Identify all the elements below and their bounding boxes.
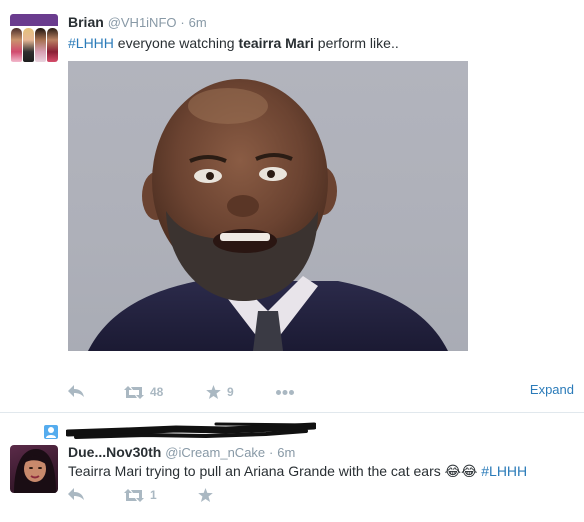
tweet-text: Teairra Mari trying to pull an Ariana Gr… (68, 462, 527, 480)
tweet-text-segment: everyone watching (113, 35, 239, 51)
tweet-actions: 1 (68, 488, 574, 506)
tweet-actions: 48 9 (68, 385, 574, 403)
favorite-button[interactable]: 9 (206, 385, 234, 399)
tweet-photo[interactable] (68, 61, 468, 351)
cast-member-image (47, 28, 58, 62)
retweet-button[interactable]: 1 (124, 488, 157, 502)
reply-button[interactable] (68, 488, 84, 500)
tweet-text: #LHHH everyone watching teairra Mari per… (68, 34, 399, 52)
tweet-divider (0, 412, 584, 413)
display-name[interactable]: Due...Nov30th (68, 444, 161, 460)
tweet-text-segment: perform like.. (313, 35, 399, 51)
hashtag-link[interactable]: #LHHH (68, 35, 114, 51)
star-icon (206, 385, 221, 399)
tweet-header: Brian @VH1iNFO · 6m (68, 14, 207, 30)
separator: · (180, 15, 185, 30)
tweet[interactable]: Brian @VH1iNFO · 6m #LHHH everyone watch… (0, 0, 584, 412)
star-icon (198, 488, 213, 502)
cast-member-image (23, 28, 34, 62)
reply-icon (68, 385, 84, 397)
favorite-button[interactable] (198, 488, 213, 502)
show-logo (10, 14, 58, 26)
more-dots-icon (276, 390, 294, 395)
user-handle[interactable]: @iCream_nCake (165, 445, 265, 460)
retweet-count: 1 (150, 488, 157, 502)
more-button[interactable] (276, 390, 294, 395)
redacted-context-scribble (66, 422, 316, 439)
reply-button[interactable] (68, 385, 84, 397)
retweet-icon (124, 488, 144, 502)
photo-illustration (88, 79, 448, 351)
retweet-count: 48 (150, 385, 164, 399)
favorite-count: 9 (227, 385, 234, 399)
separator: · (269, 445, 274, 460)
timeline: Brian @VH1iNFO · 6m #LHHH everyone watch… (0, 0, 584, 522)
user-handle[interactable]: @VH1iNFO (108, 15, 177, 30)
avatar[interactable] (10, 14, 58, 62)
expand-link[interactable]: Expand (530, 382, 574, 397)
cast-member-image (35, 28, 46, 62)
person-icon (44, 425, 58, 439)
display-name[interactable]: Brian (68, 14, 104, 30)
hashtag-link[interactable]: #LHHH (481, 463, 527, 479)
tweet-header: Due...Nov30th @iCream_nCake · 6m (68, 444, 295, 460)
cast-member-image (11, 28, 22, 62)
retweet-icon (124, 385, 144, 399)
avatar-photo (14, 449, 56, 493)
reply-icon (68, 488, 84, 500)
retweet-button[interactable]: 48 (124, 385, 163, 399)
timestamp[interactable]: 6m (277, 445, 295, 460)
avatar[interactable] (10, 445, 58, 493)
tweet-text-segment: Teairra Mari trying to pull an Ariana Gr… (68, 463, 445, 479)
tweet-text-bold: teairra Mari (238, 35, 314, 51)
timestamp[interactable]: 6m (189, 15, 207, 30)
laughing-emoji: 😂😂 (444, 463, 478, 479)
